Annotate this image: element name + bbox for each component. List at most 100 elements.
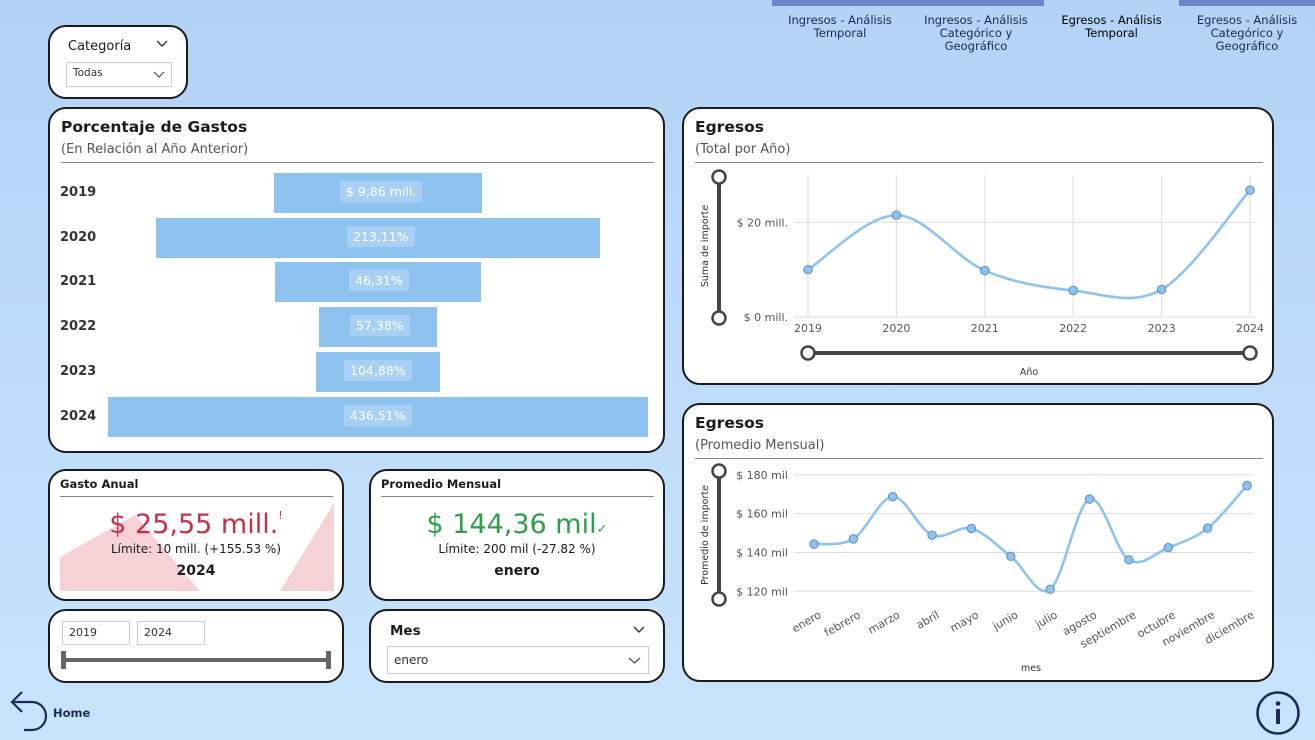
tab-label: Temporal: [1085, 26, 1138, 40]
egresos-anual-card: Egresos (Total por Año) $ 0 mill. $ 20 mi…: [682, 107, 1274, 385]
data-point: [966, 523, 977, 534]
bar-data-label: 436,51%: [344, 405, 412, 426]
categoria-dropdown-value: Todas: [73, 67, 103, 79]
series-line: [813, 484, 1248, 593]
chevron-down-icon[interactable]: [156, 40, 168, 48]
x-tick-label: mayo: [948, 608, 981, 635]
bar-data-label: 46,31%: [349, 270, 409, 291]
year-from-input[interactable]: 2019: [62, 621, 130, 645]
tab-ingresos-temporal[interactable]: Ingresos - Análisis Temporal: [772, 0, 908, 45]
x-axis-title: Año: [1020, 367, 1039, 378]
series-line: [807, 189, 1251, 300]
categoria-dropdown[interactable]: Todas: [66, 62, 172, 87]
tab-egresos-temporal[interactable]: Egresos - Análisis Temporal: [1044, 0, 1179, 45]
data-point: [1084, 494, 1095, 504]
data-point: [1124, 555, 1134, 565]
divider: [381, 496, 654, 497]
porcentaje-gastos-title: Porcentaje de Gastos: [61, 118, 248, 136]
row-label-year: 2023: [60, 364, 97, 379]
divider: [695, 458, 1263, 459]
y-tick-label: $ 120 mil: [736, 585, 788, 598]
bar-data-label: 104,88%: [344, 360, 412, 381]
alert-icon: !: [278, 509, 283, 522]
tab-label: Temporal: [813, 26, 867, 40]
zoom-slider-handle: [1242, 345, 1258, 361]
tab-egresos-categorico-geografico[interactable]: Egresos - Análisis Categórico y Geográfic…: [1179, 0, 1315, 53]
data-point: [1245, 185, 1255, 195]
back-arrow-icon: [10, 691, 48, 732]
mes-slicer-title: Mes: [390, 623, 421, 639]
x-tick-label: 2023: [1148, 322, 1176, 335]
data-point: [927, 530, 937, 540]
range-handle-end[interactable]: [326, 651, 331, 669]
bar-data-label: 213,11%: [347, 226, 415, 247]
data-point: [1202, 523, 1213, 533]
kpi-period: 2024: [176, 563, 216, 579]
zoom-slider-handle: [711, 591, 727, 607]
range-handle-start[interactable]: [61, 651, 66, 669]
data-point: [1242, 480, 1252, 491]
kpi-limit-text: Límite: 10 mill. (+155.53 %): [110, 542, 281, 556]
gasto-anual-value: $ 25,55 mill.: [109, 509, 279, 540]
home-label: Home: [53, 706, 91, 720]
x-tick-label: 2019: [794, 322, 822, 335]
data-point: [848, 534, 859, 544]
x-tick-label: 2020: [882, 322, 910, 335]
tab-label: Categórico y Geográfico: [1210, 26, 1284, 53]
tab-ingresos-categorico-geografico[interactable]: Ingresos - Análisis Categórico y Geográfi…: [908, 0, 1044, 53]
egresos-mensual-card: Egresos (Promedio Mensual) $ 120 mil $ 14…: [682, 403, 1274, 682]
y-tick-label: $ 20 mill.: [737, 216, 788, 229]
chart-title: Egresos: [695, 118, 764, 136]
kpi-value: $ 25,55 mill.!: [50, 509, 342, 540]
chevron-down-icon[interactable]: [633, 626, 645, 634]
data-point: [809, 539, 819, 549]
mes-dropdown[interactable]: enero: [387, 646, 649, 674]
x-tick-label: abril: [914, 608, 942, 631]
y-tick-label: $ 140 mil: [736, 546, 788, 559]
divider: [695, 162, 1263, 163]
year-to-input[interactable]: 2024: [137, 621, 205, 645]
x-tick-label: marzo: [866, 608, 903, 637]
home-button[interactable]: Home: [8, 688, 98, 734]
zoom-slider-handle: [711, 169, 727, 185]
egresos-mensual-line-chart: $ 120 mil $ 140 mil $ 160 mil $ 180 mil ener…: [700, 463, 1257, 674]
x-tick-label: enero: [790, 608, 824, 635]
chart-subtitle: (Promedio Mensual): [695, 438, 825, 453]
y-axis-title: Promedio de importe: [700, 485, 711, 585]
gasto-anual-kpi: Gasto Anual $ 25,55 mill.! Límite: 10 mi…: [48, 469, 344, 601]
divider: [60, 496, 333, 497]
data-point: [1156, 284, 1167, 295]
y-tick-label: $ 0 mill.: [744, 311, 788, 324]
x-tick-label: junio: [990, 608, 1021, 633]
row-label-year: 2021: [60, 274, 97, 289]
zoom-slider-handle: [711, 463, 727, 479]
promedio-mensual-value: $ 144,36 mil: [426, 509, 597, 540]
page-navigation-tabs: Ingresos - Análisis Temporal Ingresos - A…: [772, 0, 1315, 53]
x-tick-label: 2022: [1059, 322, 1087, 335]
y-axis-title: Suma de importe: [700, 205, 711, 287]
x-axis-title: mes: [1021, 663, 1041, 674]
mes-dropdown-value: enero: [394, 653, 429, 667]
kpi-value: $ 144,36 mil✓: [371, 509, 663, 540]
categoria-slicer: Categoría Todas: [48, 25, 188, 99]
row-label-year: 2019: [60, 185, 97, 200]
zoom-slider-handle: [800, 345, 816, 361]
data-point: [891, 210, 902, 220]
x-tick-label: 2024: [1236, 322, 1264, 335]
data-point: [1006, 551, 1016, 562]
tab-label: Categórico y Geográfico: [939, 26, 1013, 53]
kpi-period: enero: [494, 563, 540, 579]
chevron-down-icon: [153, 71, 165, 78]
info-icon[interactable]: [1255, 690, 1301, 736]
x-tick-label: julio: [1033, 608, 1060, 631]
y-tick-label: $ 160 mil: [736, 508, 788, 521]
data-point: [803, 264, 813, 275]
x-tick-label: 2021: [971, 322, 999, 335]
row-label-year: 2022: [60, 319, 97, 334]
x-tick-label: febrero: [822, 608, 863, 639]
data-point: [1068, 285, 1078, 296]
egresos-anual-line-chart: $ 0 mill. $ 20 mill. 2019 2020 2021 2022 2023 2…: [700, 169, 1264, 378]
data-point: [1163, 542, 1173, 553]
promedio-mensual-kpi: Promedio Mensual $ 144,36 mil✓ Límite: 2…: [369, 469, 665, 601]
divider: [61, 162, 654, 163]
